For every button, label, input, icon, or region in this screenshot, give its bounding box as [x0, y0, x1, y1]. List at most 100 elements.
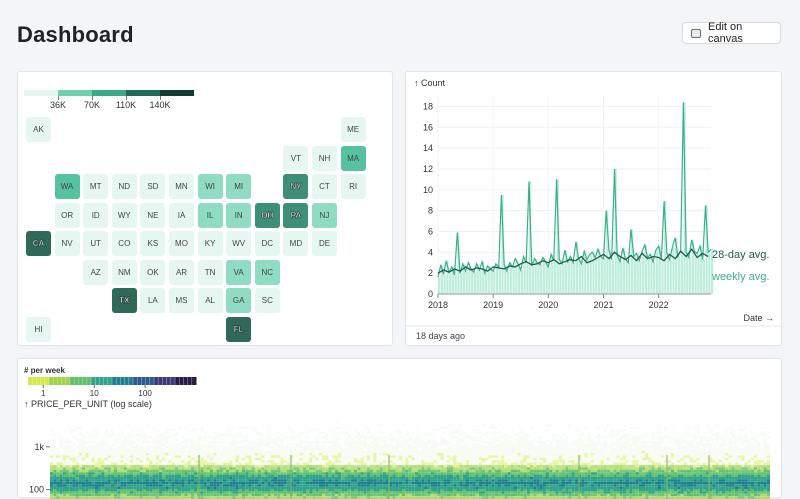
state-tile-ky[interactable]: KY [198, 231, 223, 256]
state-tile-va[interactable]: VA [226, 260, 251, 285]
heatmap-cell [72, 465, 75, 467]
state-tile-mn[interactable]: MN [169, 174, 194, 199]
heatmap-cell [380, 496, 383, 498]
heatmap-cell [565, 436, 568, 438]
state-tile-ks[interactable]: KS [140, 231, 165, 256]
heatmap-cell [437, 477, 440, 479]
heatmap-cell [239, 482, 242, 484]
state-tile-ar[interactable]: AR [169, 260, 194, 285]
heatmap-cell [485, 482, 488, 484]
state-tile-mo[interactable]: MO [169, 231, 194, 256]
heatmap-cell [306, 496, 309, 498]
state-tile-la[interactable]: LA [140, 288, 165, 313]
heatmap-cell [588, 484, 591, 486]
state-tile-nd[interactable]: ND [112, 174, 137, 199]
state-tile-nv[interactable]: NV [55, 231, 80, 256]
heatmap-cell [322, 441, 325, 443]
state-tile-nh[interactable]: NH [312, 146, 337, 171]
heatmap-cell [364, 467, 367, 469]
heatmap-cell [252, 475, 255, 477]
heatmap-cell [172, 458, 175, 460]
checkbox-icon[interactable] [691, 29, 701, 38]
heatmap-cell [98, 460, 101, 462]
heatmap-cell [610, 482, 613, 484]
state-tile-dc[interactable]: DC [255, 231, 280, 256]
state-tile-wa[interactable]: WA [55, 174, 80, 199]
heatmap-cell [284, 453, 287, 455]
edit-on-canvas-button[interactable]: Edit on canvas [682, 22, 781, 44]
state-tile-mt[interactable]: MT [83, 174, 108, 199]
heatmap-cell [60, 460, 63, 462]
state-tile-wv[interactable]: WV [226, 231, 251, 256]
state-tile-hi[interactable]: HI [26, 317, 51, 342]
heatmap-cell [216, 479, 219, 481]
state-tile-ca[interactable]: CA [26, 231, 51, 256]
state-tile-ak[interactable]: AK [26, 117, 51, 142]
state-tile-id[interactable]: ID [83, 203, 108, 228]
heatmap-cell [98, 458, 101, 460]
state-tile-nm[interactable]: NM [112, 260, 137, 285]
state-tile-vt[interactable]: VT [283, 146, 308, 171]
state-tile-mi[interactable]: MI [226, 174, 251, 199]
heatmap-cell [549, 496, 552, 498]
heatmap-cell [159, 453, 162, 455]
heatmap-cell [335, 467, 338, 469]
heatmap-cell [472, 443, 475, 445]
state-tile-az[interactable]: AZ [83, 260, 108, 285]
heatmap-cell [300, 453, 303, 455]
heatmap-cell [306, 458, 309, 460]
state-tile-nj[interactable]: NJ [312, 203, 337, 228]
heatmap-cell [271, 448, 274, 450]
state-tile-de[interactable]: DE [312, 231, 337, 256]
state-tile-md[interactable]: MD [283, 231, 308, 256]
heatmap-cell [575, 484, 578, 486]
weekly-bar [603, 259, 605, 294]
heatmap-cell [501, 479, 504, 481]
heatmap-cell [501, 453, 504, 455]
state-tile-ct[interactable]: CT [312, 174, 337, 199]
heatmap-cell [130, 427, 133, 429]
state-tile-fl[interactable]: FL [226, 317, 251, 342]
state-tile-tx[interactable]: TX [112, 288, 137, 313]
state-tile-ms[interactable]: MS [169, 288, 194, 313]
state-tile-wi[interactable]: WI [198, 174, 223, 199]
state-tile-ga[interactable]: GA [226, 288, 251, 313]
state-tile-ut[interactable]: UT [83, 231, 108, 256]
heatmap-cell [376, 494, 379, 496]
state-tile-wy[interactable]: WY [112, 203, 137, 228]
state-tile-in[interactable]: IN [226, 203, 251, 228]
heatmap-cell [191, 479, 194, 481]
state-tile-ne[interactable]: NE [140, 203, 165, 228]
state-tile-ny[interactable]: NY [283, 174, 308, 199]
state-tile-il[interactable]: IL [198, 203, 223, 228]
heatmap-cell [479, 489, 482, 491]
state-tile-tn[interactable]: TN [198, 260, 223, 285]
heatmap-cell [101, 458, 104, 460]
state-tile-pa[interactable]: PA [283, 203, 308, 228]
heatmap-cell [175, 470, 178, 472]
heatmap-cell [188, 448, 191, 450]
state-tile-ia[interactable]: IA [169, 203, 194, 228]
state-tile-ok[interactable]: OK [140, 260, 165, 285]
heatmap-cell [194, 453, 197, 455]
heatmap-cell [216, 491, 219, 493]
heatmap-cell [239, 448, 242, 450]
heatmap-cell [268, 427, 271, 429]
heatmap-cell [463, 491, 466, 493]
state-tile-nc[interactable]: NC [255, 260, 280, 285]
state-tile-oh[interactable]: OH [255, 203, 280, 228]
state-tile-al[interactable]: AL [198, 288, 223, 313]
heatmap-cell [133, 467, 136, 469]
state-tile-ri[interactable]: RI [341, 174, 366, 199]
state-tile-me[interactable]: ME [341, 117, 366, 142]
heatmap-cell [418, 453, 421, 455]
heatmap-cell [504, 458, 507, 460]
state-tile-sc[interactable]: SC [255, 288, 280, 313]
heatmap-cell [597, 465, 600, 467]
heatmap-cell [300, 434, 303, 436]
state-tile-sd[interactable]: SD [140, 174, 165, 199]
state-tile-or[interactable]: OR [55, 203, 80, 228]
state-tile-co[interactable]: CO [112, 231, 137, 256]
state-tile-ma[interactable]: MA [341, 146, 366, 171]
heatmap-cell [245, 436, 248, 438]
